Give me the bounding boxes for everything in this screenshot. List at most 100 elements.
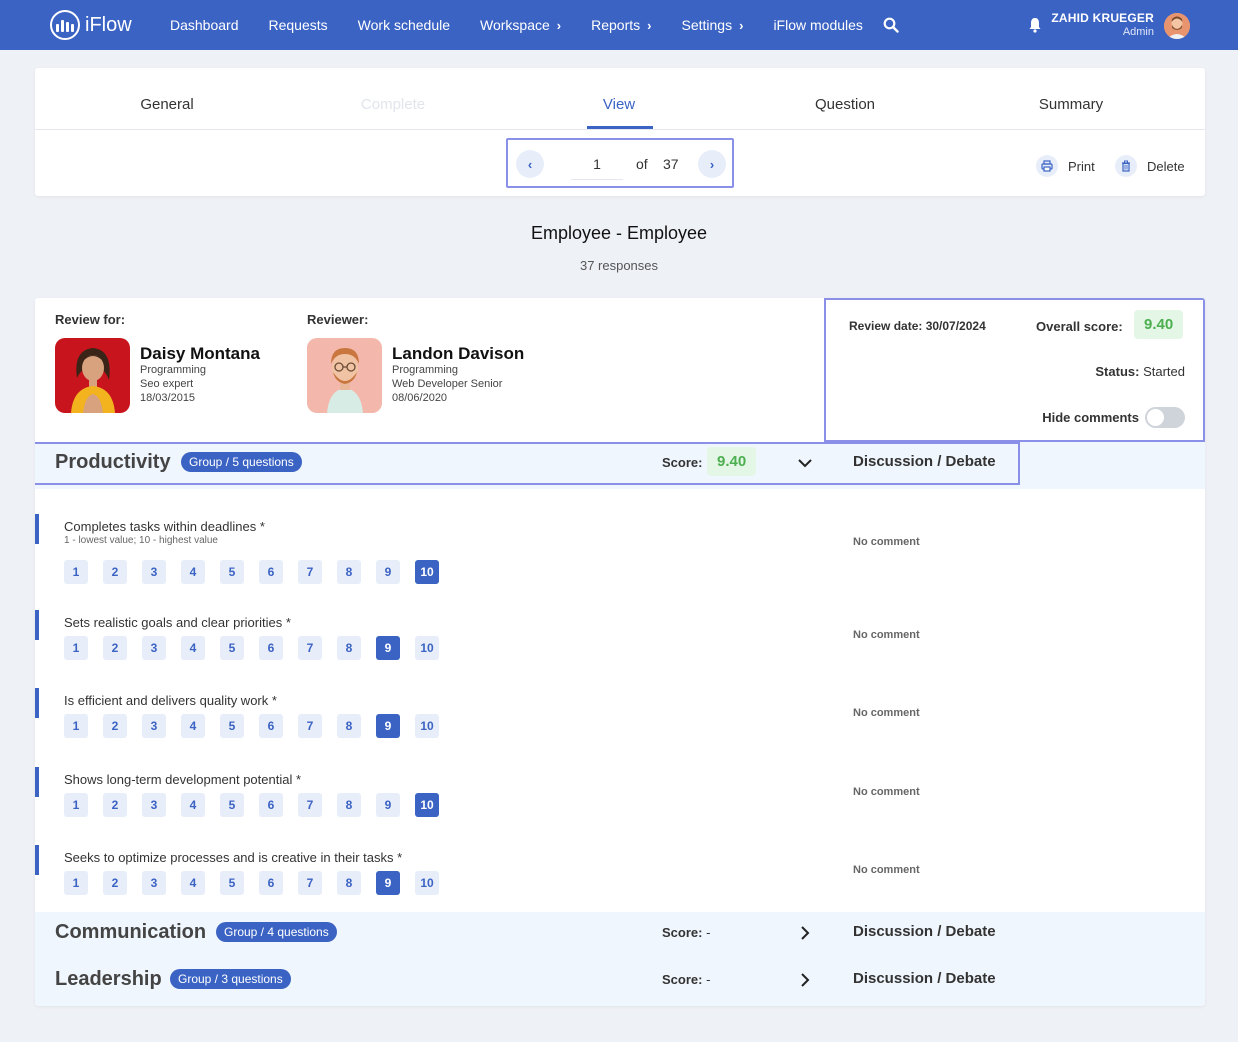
rating-option-2[interactable]: 2 <box>103 793 127 817</box>
rating-option-9[interactable]: 9 <box>376 560 400 584</box>
tab-question[interactable]: Question <box>815 96 875 113</box>
chevron-right-icon[interactable] <box>797 972 813 988</box>
rating-option-7[interactable]: 7 <box>298 793 322 817</box>
group-title-leadership: Leadership <box>55 968 162 990</box>
response-number-input[interactable] <box>571 148 623 180</box>
rating-option-3[interactable]: 3 <box>142 793 166 817</box>
rating-option-1[interactable]: 1 <box>64 636 88 660</box>
group-questions-badge: Group / 3 questions <box>170 969 291 989</box>
nav-item-dashboard[interactable]: Dashboard <box>170 17 239 33</box>
rating-option-8[interactable]: 8 <box>337 560 361 584</box>
rating-option-3[interactable]: 3 <box>142 560 166 584</box>
previous-response-button[interactable]: ‹ <box>516 150 544 178</box>
review-date: Review date: 30/07/2024 <box>849 319 986 333</box>
rating-option-8[interactable]: 8 <box>337 793 361 817</box>
rating-option-2[interactable]: 2 <box>103 871 127 895</box>
tab-summary[interactable]: Summary <box>1039 96 1103 113</box>
rating-option-1[interactable]: 1 <box>64 871 88 895</box>
rating-option-1[interactable]: 1 <box>64 714 88 738</box>
delete-button[interactable]: Delete <box>1115 155 1185 177</box>
nav-item-label: iFlow modules <box>773 17 863 33</box>
search-icon[interactable] <box>883 17 899 33</box>
rating-option-7[interactable]: 7 <box>298 871 322 895</box>
rating-option-5[interactable]: 5 <box>220 871 244 895</box>
bell-icon[interactable] <box>1028 17 1042 33</box>
rating-scale: 1 2 3 4 5 6 7 8 9 10 <box>64 714 454 738</box>
rating-option-3[interactable]: 3 <box>142 871 166 895</box>
review-for-name: Daisy Montana <box>140 344 260 363</box>
rating-option-9[interactable]: 9 <box>376 793 400 817</box>
overall-score-badge: 9.40 <box>1134 310 1184 339</box>
rating-option-10[interactable]: 10 <box>415 714 439 738</box>
rating-option-2[interactable]: 2 <box>103 636 127 660</box>
rating-option-6[interactable]: 6 <box>259 636 283 660</box>
nav-item-work-schedule[interactable]: Work schedule <box>358 17 450 33</box>
nav-item-settings[interactable]: Settings › <box>682 17 744 33</box>
rating-option-2[interactable]: 2 <box>103 714 127 738</box>
hide-comments-toggle[interactable] <box>1145 407 1185 428</box>
question-text: Completes tasks within deadlines * <box>64 519 265 534</box>
nav-item-requests[interactable]: Requests <box>269 17 328 33</box>
user-role: Admin <box>1122 26 1154 38</box>
rating-option-7[interactable]: 7 <box>298 560 322 584</box>
rating-scale: 1 2 3 4 5 6 7 8 9 10 <box>64 793 454 817</box>
rating-option-4[interactable]: 4 <box>181 560 205 584</box>
rating-option-9[interactable]: 9 <box>376 636 400 660</box>
rating-option-4[interactable]: 4 <box>181 871 205 895</box>
nav-item-reports[interactable]: Reports › <box>591 17 651 33</box>
tab-complete: Complete <box>360 96 426 113</box>
rating-option-5[interactable]: 5 <box>220 793 244 817</box>
rating-option-7[interactable]: 7 <box>298 636 322 660</box>
group-score: Score: - <box>662 925 710 940</box>
rating-option-4[interactable]: 4 <box>181 714 205 738</box>
chevron-right-icon[interactable] <box>797 925 813 941</box>
rating-option-9[interactable]: 9 <box>376 714 400 738</box>
rating-option-9[interactable]: 9 <box>376 871 400 895</box>
reviewer-photo <box>307 338 382 413</box>
status-label: Status: <box>1095 364 1140 379</box>
user-menu[interactable]: ZAHID KRUEGER Admin <box>1051 11 1154 38</box>
top-navbar: iFlow Dashboard Requests Work schedule Work… <box>0 0 1238 50</box>
rating-option-10[interactable]: 10 <box>415 871 439 895</box>
rating-option-6[interactable]: 6 <box>259 871 283 895</box>
rating-option-5[interactable]: 5 <box>220 560 244 584</box>
reviewer-department: Programming <box>392 364 459 376</box>
rating-option-6[interactable]: 6 <box>259 793 283 817</box>
rating-option-5[interactable]: 5 <box>220 714 244 738</box>
rating-option-8[interactable]: 8 <box>337 714 361 738</box>
rating-option-3[interactable]: 3 <box>142 636 166 660</box>
rating-option-10[interactable]: 10 <box>415 793 439 817</box>
rating-option-3[interactable]: 3 <box>142 714 166 738</box>
rating-option-2[interactable]: 2 <box>103 560 127 584</box>
question-text: Is efficient and delivers quality work * <box>64 693 277 708</box>
app-logo[interactable]: iFlow <box>50 10 132 40</box>
avatar[interactable] <box>1164 13 1190 39</box>
rating-option-1[interactable]: 1 <box>64 560 88 584</box>
print-label: Print <box>1068 158 1095 174</box>
print-button[interactable]: Print <box>1036 155 1095 177</box>
question-text: Seeks to optimize processes and is creat… <box>64 850 403 865</box>
rating-option-6[interactable]: 6 <box>259 714 283 738</box>
rating-option-10[interactable]: 10 <box>415 636 439 660</box>
rating-option-1[interactable]: 1 <box>64 793 88 817</box>
rating-option-6[interactable]: 6 <box>259 560 283 584</box>
rating-option-8[interactable]: 8 <box>337 871 361 895</box>
tab-general[interactable]: General <box>140 96 193 113</box>
next-response-button[interactable]: › <box>698 150 726 178</box>
rating-option-10[interactable]: 10 <box>415 560 439 584</box>
tab-view[interactable]: View <box>603 96 635 113</box>
review-for-date: 18/03/2015 <box>140 392 196 404</box>
rating-option-4[interactable]: 4 <box>181 793 205 817</box>
rating-option-5[interactable]: 5 <box>220 636 244 660</box>
question-marker <box>35 767 39 797</box>
overall-score-label: Overall score: <box>1036 319 1123 334</box>
status-line: Status: Started <box>1095 364 1185 379</box>
nav-item-workspace[interactable]: Workspace › <box>480 17 561 33</box>
rating-option-7[interactable]: 7 <box>298 714 322 738</box>
rating-option-4[interactable]: 4 <box>181 636 205 660</box>
responses-count: 37 responses <box>579 258 659 273</box>
discussion-debate-link[interactable]: Discussion / Debate <box>853 970 996 987</box>
nav-item-iflow-modules[interactable]: iFlow modules <box>773 17 862 33</box>
rating-option-8[interactable]: 8 <box>337 636 361 660</box>
user-name: ZAHID KRUEGER <box>1051 11 1154 25</box>
